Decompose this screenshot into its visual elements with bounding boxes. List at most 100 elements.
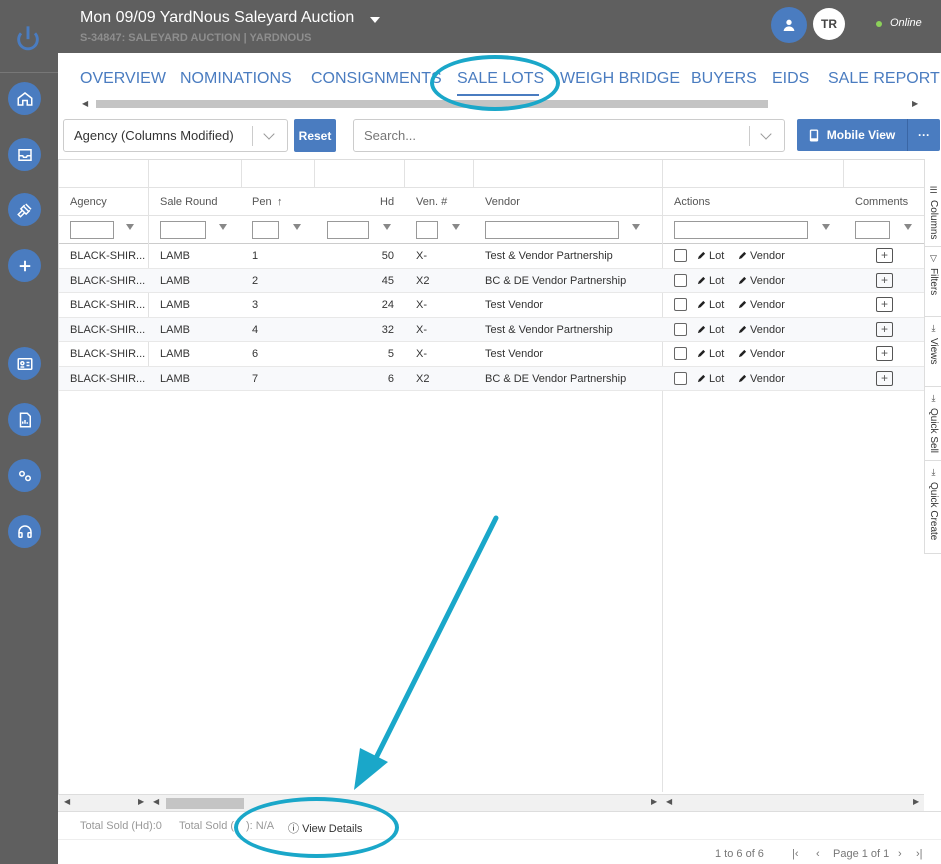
scroll-right-icon[interactable]: ▶ bbox=[651, 797, 657, 806]
tab-buyers[interactable]: BUYERS bbox=[691, 70, 757, 88]
next-page-icon[interactable]: › bbox=[898, 848, 902, 860]
sale-title[interactable]: Mon 09/09 YardNous Saleyard Auction bbox=[80, 9, 354, 27]
table-row[interactable]: BLACK-SHIR... LAMB 3 24 X- Test Vendor Lot Vend… bbox=[59, 293, 925, 318]
prev-page-icon[interactable]: ‹ bbox=[816, 848, 820, 860]
add-comment-icon[interactable]: + bbox=[876, 272, 893, 288]
header-agency[interactable]: Agency bbox=[70, 196, 107, 208]
reports-button[interactable] bbox=[8, 403, 41, 436]
header-ven-no[interactable]: Ven. # bbox=[416, 196, 447, 208]
edit-vendor-button[interactable]: Vendor bbox=[738, 299, 785, 311]
first-page-icon[interactable]: |‹ bbox=[792, 848, 799, 860]
contacts-button[interactable] bbox=[8, 347, 41, 380]
tab-eids[interactable]: EIDS bbox=[772, 70, 809, 88]
grid-scroll-thumb[interactable] bbox=[166, 798, 244, 809]
edit-lot-button[interactable]: Lot bbox=[697, 250, 724, 262]
row-checkbox[interactable] bbox=[674, 347, 687, 360]
sale-dropdown-caret-icon[interactable] bbox=[370, 17, 380, 23]
scroll-left-icon[interactable]: ◀ bbox=[153, 797, 159, 806]
scroll-left-icon[interactable]: ◀ bbox=[82, 99, 88, 108]
user-role-button[interactable] bbox=[771, 7, 807, 43]
reset-button[interactable]: Reset bbox=[294, 119, 336, 152]
header-sale-round[interactable]: Sale Round bbox=[160, 196, 218, 208]
table-row[interactable]: BLACK-SHIR... LAMB 4 32 X- Test & Vendor Part… bbox=[59, 317, 925, 342]
settings-button[interactable] bbox=[8, 459, 41, 492]
scroll-right-icon[interactable]: ▶ bbox=[912, 99, 918, 108]
tab-weigh-bridge[interactable]: WEIGH BRIDGE bbox=[560, 70, 680, 88]
add-button[interactable] bbox=[8, 249, 41, 282]
table-row[interactable]: BLACK-SHIR... LAMB 1 50 X- Test & Vendor Part… bbox=[59, 244, 925, 269]
side-tab-views[interactable]: ⤓ Views bbox=[925, 317, 941, 387]
filter-agency-input[interactable] bbox=[70, 221, 114, 239]
mobile-view-button[interactable]: Mobile View bbox=[797, 119, 907, 151]
edit-lot-button[interactable]: Lot bbox=[697, 373, 724, 385]
scroll-left-icon[interactable]: ◀ bbox=[64, 797, 70, 806]
row-checkbox[interactable] bbox=[674, 249, 687, 262]
side-tab-columns[interactable]: ☰ Columns bbox=[925, 179, 941, 247]
header-hd[interactable]: Hd bbox=[380, 196, 394, 208]
filter-hd-input[interactable] bbox=[327, 221, 369, 239]
filter-icon[interactable] bbox=[383, 224, 391, 230]
add-comment-icon[interactable]: + bbox=[876, 297, 893, 312]
edit-vendor-button[interactable]: Vendor bbox=[738, 275, 785, 287]
filter-icon[interactable] bbox=[822, 224, 830, 230]
inbox-button[interactable] bbox=[8, 138, 41, 171]
edit-lot-button[interactable]: Lot bbox=[697, 299, 724, 311]
tab-scroll-thumb[interactable] bbox=[96, 100, 768, 108]
tab-sale-report[interactable]: SALE REPORT bbox=[828, 70, 940, 88]
header-comments[interactable]: Comments bbox=[855, 196, 908, 208]
header-actions[interactable]: Actions bbox=[674, 196, 710, 208]
filter-ven-input[interactable] bbox=[416, 221, 438, 239]
side-tab-quick-create[interactable]: ⤓ Quick Create bbox=[925, 461, 941, 554]
last-page-icon[interactable]: ›| bbox=[916, 848, 923, 860]
edit-vendor-button[interactable]: Vendor bbox=[738, 373, 785, 385]
filter-sale-round-input[interactable] bbox=[160, 221, 206, 239]
scroll-right-icon[interactable]: ▶ bbox=[138, 797, 144, 806]
sort-asc-icon[interactable]: ↑ bbox=[277, 196, 283, 208]
edit-vendor-button[interactable]: Vendor bbox=[738, 324, 785, 336]
edit-lot-button[interactable]: Lot bbox=[697, 348, 724, 360]
edit-vendor-button[interactable]: Vendor bbox=[738, 348, 785, 360]
edit-lot-button[interactable]: Lot bbox=[697, 275, 724, 287]
filter-icon[interactable] bbox=[904, 224, 912, 230]
search-input[interactable]: Search... bbox=[353, 119, 785, 152]
support-button[interactable] bbox=[8, 515, 41, 548]
add-comment-icon[interactable]: + bbox=[876, 248, 893, 263]
filter-actions-input[interactable] bbox=[674, 221, 808, 239]
view-select[interactable]: Agency (Columns Modified) bbox=[63, 119, 288, 152]
row-checkbox[interactable] bbox=[674, 371, 687, 385]
row-checkbox[interactable] bbox=[674, 273, 687, 287]
avatar[interactable]: TR bbox=[813, 8, 845, 40]
add-comment-icon[interactable]: + bbox=[876, 321, 893, 337]
row-checkbox[interactable] bbox=[674, 298, 687, 311]
filter-icon[interactable] bbox=[452, 224, 460, 230]
side-tab-filters[interactable]: ▽ Filters bbox=[925, 247, 941, 317]
table-row[interactable]: BLACK-SHIR... LAMB 7 6 X2 BC & DE Vendor Part… bbox=[59, 366, 925, 391]
row-checkbox[interactable] bbox=[674, 322, 687, 336]
home-button[interactable] bbox=[8, 82, 41, 115]
tab-nominations[interactable]: NOMINATIONS bbox=[180, 70, 292, 88]
header-pen[interactable]: Pen bbox=[252, 196, 272, 208]
side-tab-quick-sell[interactable]: ⤓ Quick Sell bbox=[925, 387, 941, 461]
edit-lot-button[interactable]: Lot bbox=[697, 324, 724, 336]
table-row[interactable]: BLACK-SHIR... LAMB 2 45 X2 BC & DE Vendor Par… bbox=[59, 268, 925, 293]
scroll-right-icon[interactable]: ▶ bbox=[913, 797, 919, 806]
power-logo-icon[interactable] bbox=[14, 24, 42, 52]
filter-icon[interactable] bbox=[219, 224, 227, 230]
scroll-left-icon[interactable]: ◀ bbox=[666, 797, 672, 806]
more-options-button[interactable]: ··· bbox=[907, 119, 940, 151]
auction-button[interactable] bbox=[8, 193, 41, 226]
tab-overview[interactable]: OVERVIEW bbox=[80, 70, 166, 88]
filter-icon[interactable] bbox=[293, 224, 301, 230]
tab-consignments[interactable]: CONSIGNMENTS bbox=[311, 70, 442, 88]
add-comment-icon[interactable]: + bbox=[876, 346, 893, 361]
filter-pen-input[interactable] bbox=[252, 221, 279, 239]
filter-comments-input[interactable] bbox=[855, 221, 890, 239]
table-row[interactable]: BLACK-SHIR... LAMB 6 5 X- Test Vendor Lot Vendo… bbox=[59, 342, 925, 367]
filter-vendor-input[interactable] bbox=[485, 221, 619, 239]
filter-icon[interactable] bbox=[632, 224, 640, 230]
edit-vendor-button[interactable]: Vendor bbox=[738, 250, 785, 262]
filter-icon[interactable] bbox=[126, 224, 134, 230]
download-icon: ⤓ bbox=[931, 323, 936, 333]
add-comment-icon[interactable]: + bbox=[876, 370, 893, 386]
header-vendor[interactable]: Vendor bbox=[485, 196, 520, 208]
